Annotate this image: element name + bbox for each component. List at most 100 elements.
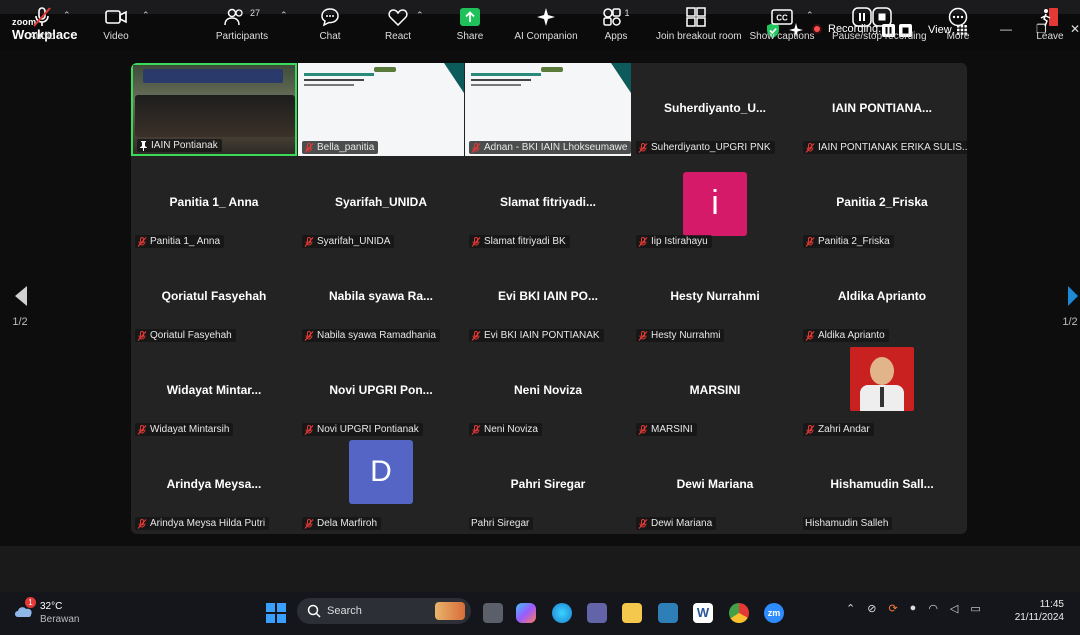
participant-tile[interactable]: Suherdiyanto_U... Suherdiyanto_UPGRI PNK — [632, 63, 798, 156]
taskbar-clock[interactable]: 11:45 21/11/2024 — [1015, 598, 1064, 624]
participants-count: 27 — [249, 8, 260, 18]
page-indicator-left: 1/2 — [12, 316, 28, 328]
participant-tile[interactable]: Hesty Nurrahmi Hesty Nurrahmi — [632, 251, 798, 344]
mic-muted-icon — [471, 330, 481, 341]
mic-muted-icon — [304, 236, 314, 247]
captions-options-caret[interactable]: ⌃ — [806, 10, 814, 21]
mic-muted-icon — [805, 142, 815, 153]
shared-slide-text — [304, 84, 354, 86]
tray-wifi-icon[interactable]: ◠ — [928, 602, 938, 615]
audio-options-caret[interactable]: ⌃ — [63, 10, 71, 21]
participant-name: Arindya Meysa Hilda Putri — [150, 518, 266, 529]
chrome-icon[interactable] — [729, 603, 749, 623]
participant-name: Bella_panitia — [317, 142, 375, 153]
participant-tile[interactable]: Qoriatul Fasyehah Qoriatul Fasyehah — [131, 251, 297, 344]
participant-name: Widayat Mintarsih — [150, 424, 230, 435]
react-label: React — [384, 31, 412, 42]
participant-name-label: Syarifah_UNIDA — [302, 235, 395, 248]
participant-tile[interactable]: Panitia 1_ Anna Panitia 1_ Anna — [131, 157, 297, 250]
participant-tile[interactable]: Novi UPGRI Pon... Novi UPGRI Pontianak — [298, 345, 464, 438]
edge-browser-icon[interactable] — [552, 603, 572, 623]
ai-companion-button[interactable]: AI Companion — [506, 6, 586, 42]
participant-display-name: Widayat Mintar... — [166, 383, 262, 397]
mic-muted-icon — [471, 424, 481, 435]
participant-tile[interactable]: IAIN PONTIANA... IAIN PONTIANAK ERIKA SUL… — [799, 63, 967, 156]
windows-start-icon[interactable] — [266, 603, 286, 623]
participant-name: Panitia 2_Friska — [818, 236, 890, 247]
mic-muted-icon — [471, 142, 481, 153]
tray-network-off-icon[interactable]: ⊘ — [867, 602, 876, 615]
participant-tile[interactable]: IAIN Pontianak — [131, 63, 297, 156]
participant-tile[interactable]: Arindya Meysa... Arindya Meysa Hilda Putr… — [131, 439, 297, 532]
participant-tile[interactable]: Zahri Andar — [799, 345, 965, 438]
apps-label: Apps — [604, 31, 628, 42]
teams-icon[interactable] — [587, 603, 607, 623]
participant-tile[interactable]: Evi BKI IAIN PO... Evi BKI IAIN PONTIANAK — [465, 251, 631, 344]
task-view-icon[interactable] — [483, 603, 503, 623]
participant-tile[interactable]: Nabila syawa Ra... Nabila syawa Ramadhani… — [298, 251, 464, 344]
participant-video-feed — [143, 69, 283, 83]
word-icon[interactable]: W — [693, 603, 713, 623]
participant-tile[interactable]: Hishamudin Sall... Hishamudin Salleh — [799, 439, 965, 532]
participant-display-name: Dewi Mariana — [676, 477, 754, 491]
participant-tile[interactable]: Widayat Mintar... Widayat Mintarsih — [131, 345, 297, 438]
participant-name: Suherdiyanto_UPGRI PNK — [651, 142, 771, 153]
participants-button[interactable]: 27 Participants — [202, 6, 282, 42]
participant-name: Neni Noviza — [484, 424, 538, 435]
participant-tile[interactable]: Aldika Aprianto Aldika Aprianto — [799, 251, 965, 344]
prev-page-button[interactable]: 1/2 — [12, 285, 28, 328]
breakout-room-label: Join breakout room — [656, 31, 742, 42]
shared-slide-text — [471, 84, 521, 86]
shared-slide-text — [304, 79, 364, 81]
react-options-caret[interactable]: ⌃ — [416, 10, 424, 21]
participant-name: Dewi Mariana — [651, 518, 713, 529]
share-button[interactable]: Share — [430, 6, 510, 42]
tray-volume-icon[interactable]: ◁ — [950, 602, 958, 615]
participant-display-name: Aldika Aprianto — [837, 289, 927, 303]
react-button[interactable]: React — [358, 6, 438, 42]
participants-options-caret[interactable]: ⌃ — [280, 10, 288, 21]
app-icon[interactable] — [658, 603, 678, 623]
participant-tile[interactable]: MARSINI MARSINI — [632, 345, 798, 438]
participant-tile[interactable]: Slamat fitriyadi... Slamat fitriyadi BK — [465, 157, 631, 250]
participant-name-label: Adnan - BKI IAIN Lhokseumawe — [469, 141, 632, 154]
more-button[interactable]: More — [918, 6, 998, 42]
zoom-app-icon[interactable]: zm — [764, 603, 784, 623]
file-explorer-icon[interactable] — [622, 603, 642, 623]
participant-tile[interactable]: Neni Noviza Neni Noviza — [465, 345, 631, 438]
closed-captions-icon: CC — [771, 9, 793, 25]
next-page-button[interactable]: 1/2 — [1062, 285, 1078, 328]
participant-tile[interactable]: Adnan - BKI IAIN Lhokseumawe — [465, 63, 632, 156]
participant-tile[interactable]: Syarifah_UNIDA Syarifah_UNIDA — [298, 157, 464, 250]
participant-tile[interactable]: i Iip Istirahayu — [632, 157, 798, 250]
participant-tile[interactable]: Panitia 2_Friska Panitia 2_Friska — [799, 157, 965, 250]
chevron-left-icon — [15, 286, 27, 306]
tray-sync-icon[interactable]: ⟳ — [888, 602, 897, 615]
participant-name: Slamat fitriyadi BK — [484, 236, 566, 247]
participant-tile[interactable]: D Dela Marfiroh — [298, 439, 464, 532]
minimize-button[interactable]: — — [1000, 22, 1012, 36]
participants-icon — [224, 8, 243, 26]
mic-muted-icon — [805, 236, 815, 247]
tray-mic-icon[interactable]: ● — [910, 602, 917, 615]
clock-time: 11:45 — [1039, 599, 1064, 610]
apps-count: 1 — [624, 8, 630, 18]
apps-button[interactable]: 1 Apps — [576, 6, 656, 42]
share-label: Share — [456, 31, 484, 42]
search-icon — [307, 604, 321, 618]
tray-battery-icon[interactable]: ▭ — [970, 602, 980, 615]
pause-stop-recording-button[interactable]: Pause/stop recording — [832, 6, 927, 42]
participant-tile[interactable]: Dewi Mariana Dewi Mariana — [632, 439, 798, 532]
participant-tile[interactable]: Pahri Siregar Pahri Siregar — [465, 439, 631, 532]
video-options-caret[interactable]: ⌃ — [142, 10, 150, 21]
shared-slide-logos — [541, 67, 563, 72]
leave-button[interactable]: Leave — [1020, 6, 1080, 42]
breakout-room-button[interactable]: Join breakout room — [656, 6, 742, 42]
copilot-icon[interactable] — [516, 603, 536, 623]
heart-icon — [388, 9, 408, 26]
taskbar-search-input[interactable]: Search — [297, 598, 471, 624]
mic-muted-icon — [137, 330, 147, 341]
tray-chevron-up-icon[interactable]: ⌃ — [846, 602, 855, 615]
participant-tile[interactable]: Bella_panitia — [298, 63, 464, 156]
participant-name: Zahri Andar — [818, 424, 870, 435]
